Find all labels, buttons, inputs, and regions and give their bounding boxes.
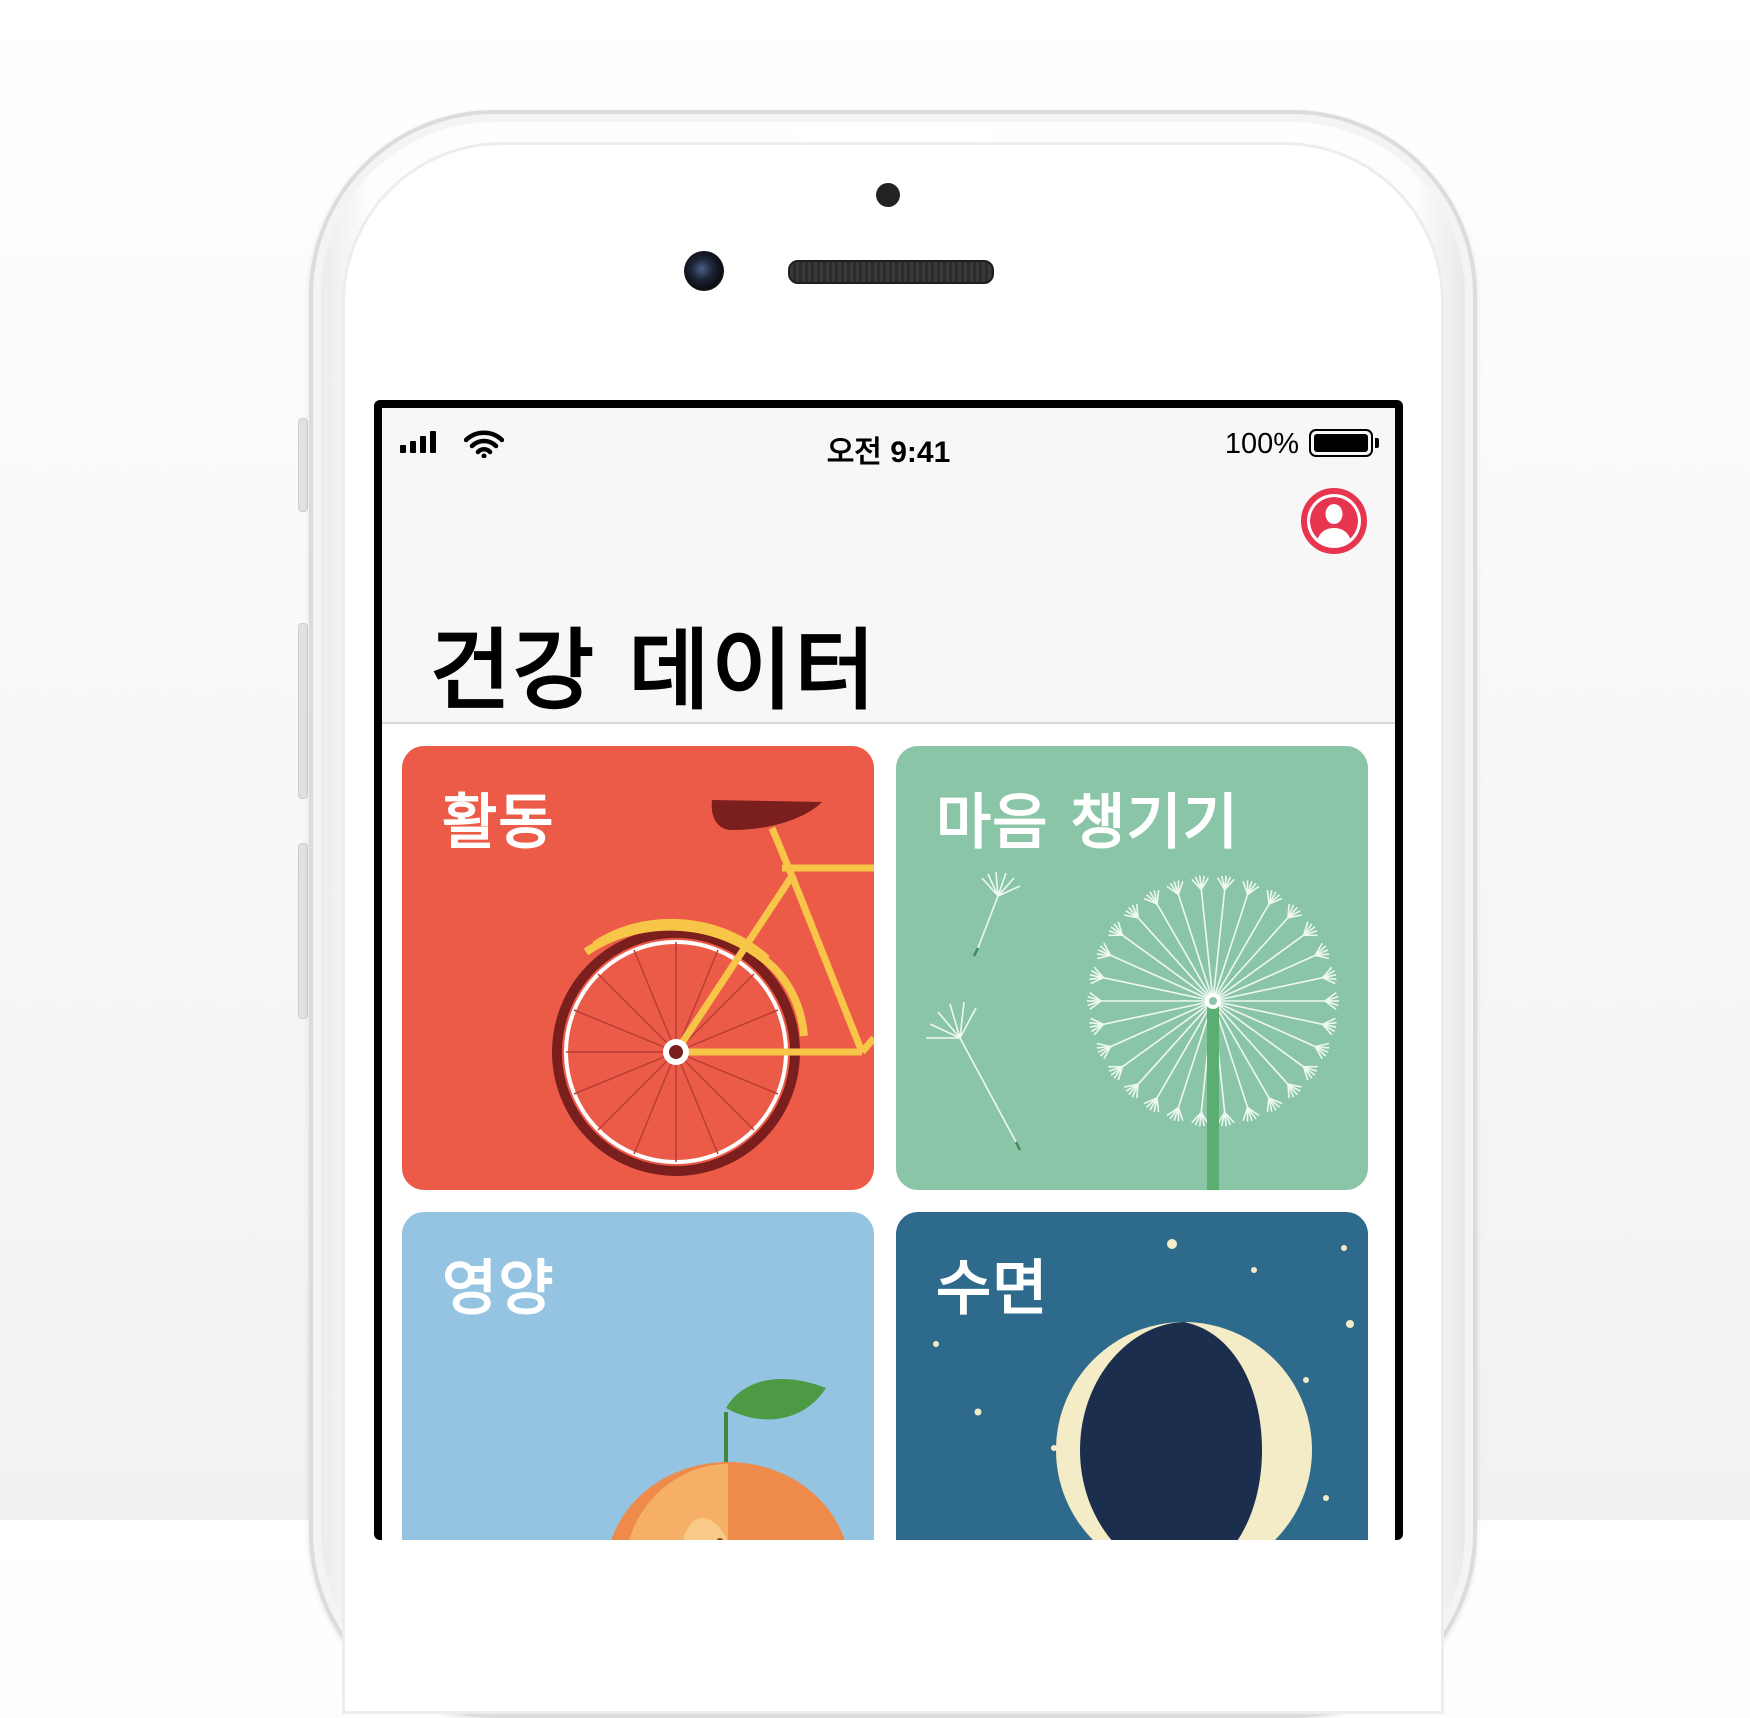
screen: 오전 9:41 100% 건강 데이터: [374, 400, 1403, 1540]
category-label-mindfulness: 마음 챙기기: [936, 774, 1239, 861]
category-card-activity[interactable]: 활동: [402, 746, 874, 1190]
status-bar: 오전 9:41 100%: [382, 408, 1395, 468]
health-app: 오전 9:41 100% 건강 데이터: [382, 408, 1395, 1540]
earpiece-speaker: [788, 260, 994, 284]
category-label-sleep: 수면: [936, 1240, 1048, 1327]
front-camera: [684, 251, 724, 291]
page-title: 건강 데이터: [430, 600, 877, 727]
category-card-nutrition[interactable]: 영양: [402, 1212, 874, 1540]
category-card-mindfulness[interactable]: 마음 챙기기: [896, 746, 1368, 1190]
volume-down-button: [298, 843, 308, 1019]
profile-icon[interactable]: [1301, 488, 1367, 554]
proximity-sensor: [876, 183, 900, 207]
category-grid: 활동 마음 챙기기: [382, 724, 1395, 1540]
category-card-sleep[interactable]: 수면: [896, 1212, 1368, 1540]
category-label-nutrition: 영양: [442, 1240, 554, 1327]
battery-icon: [1309, 429, 1373, 457]
category-label-activity: 활동: [442, 774, 554, 861]
battery-percentage: 100%: [1225, 428, 1299, 461]
mute-switch: [298, 418, 308, 512]
volume-up-button: [298, 623, 308, 799]
